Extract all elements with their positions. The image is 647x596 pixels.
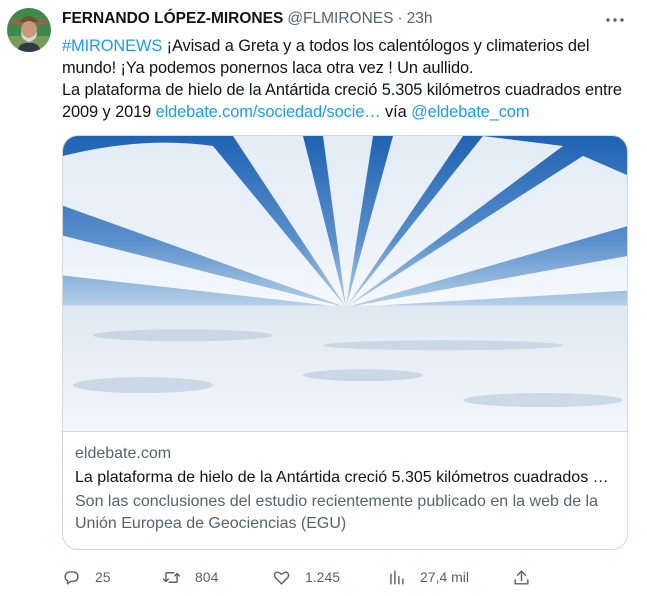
views-button[interactable]: 27,4 mil bbox=[387, 568, 512, 587]
share-icon bbox=[514, 569, 529, 585]
card-image[interactable] bbox=[63, 136, 628, 432]
analytics-icon bbox=[390, 569, 404, 585]
card-description: Son las conclusiones del estudio recient… bbox=[75, 493, 599, 532]
share-button[interactable] bbox=[512, 568, 531, 587]
via-text: vía bbox=[380, 103, 412, 121]
tweet-time[interactable]: 23h bbox=[407, 10, 433, 28]
card-domain: eldebate.com bbox=[75, 445, 172, 462]
card-title[interactable]: La plataforma de hielo de la Antártida c… bbox=[75, 467, 615, 489]
tweet-text: #MIRONEWS ¡Avisad a Greta y a todos los … bbox=[62, 35, 632, 123]
retweet-icon bbox=[162, 571, 181, 583]
avatar[interactable] bbox=[7, 8, 51, 52]
reply-icon bbox=[64, 570, 79, 585]
hashtag-link[interactable]: #MIRONEWS bbox=[62, 37, 162, 55]
article-url-link[interactable]: eldebate.com/sociedad/socie… bbox=[156, 103, 381, 121]
more-options-icon[interactable] bbox=[604, 12, 626, 28]
views-count: 27,4 mil bbox=[420, 569, 470, 585]
retweet-button[interactable]: 804 bbox=[162, 568, 272, 587]
author-name[interactable]: FERNANDO LÓPEZ-MIRONES bbox=[62, 10, 283, 28]
author-handle[interactable]: @FLMIRONES bbox=[287, 10, 393, 28]
like-count: 1.245 bbox=[305, 569, 341, 585]
heart-icon bbox=[273, 570, 290, 585]
tweet-header: FERNANDO LÓPEZ-MIRONES @FLMIRONES · 23h bbox=[62, 8, 628, 30]
tweet-content: FERNANDO LÓPEZ-MIRONES @FLMIRONES · 23h … bbox=[62, 8, 628, 123]
separator-dot: · bbox=[397, 10, 403, 27]
tweet[interactable]: FERNANDO LÓPEZ-MIRONES @FLMIRONES · 23h … bbox=[0, 0, 647, 596]
card-body: eldebate.com La plataforma de hielo de l… bbox=[63, 432, 627, 535]
tweet-actions: 25 804 1.245 27,4 mil bbox=[62, 562, 532, 592]
link-preview-card[interactable]: eldebate.com La plataforma de hielo de l… bbox=[62, 135, 628, 550]
like-button[interactable]: 1.245 bbox=[272, 568, 387, 587]
reply-button[interactable]: 25 bbox=[62, 568, 162, 587]
mention-link[interactable]: @eldebate_com bbox=[411, 103, 529, 121]
retweet-count: 804 bbox=[195, 569, 219, 585]
reply-count: 25 bbox=[95, 569, 111, 585]
